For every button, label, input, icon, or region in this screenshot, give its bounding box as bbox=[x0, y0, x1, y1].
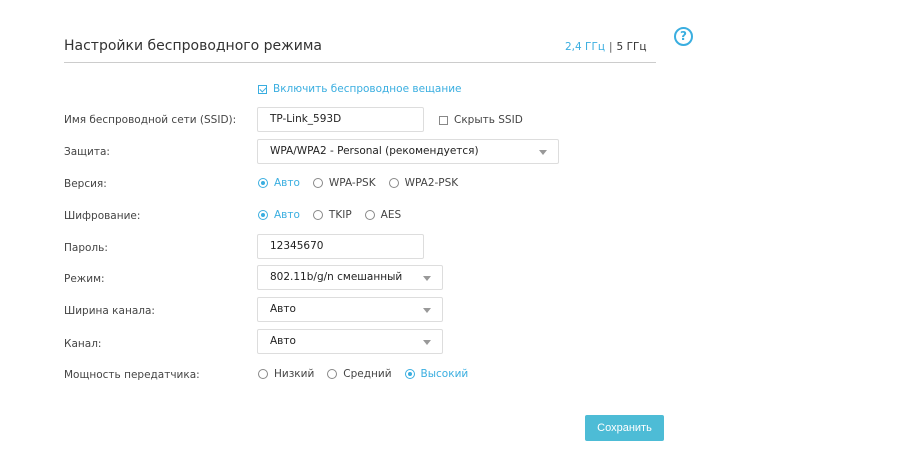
encryption-label: Шифрование: bbox=[64, 210, 141, 222]
band-5ghz-link[interactable]: 5 ГГц bbox=[617, 41, 647, 53]
mode-value: 802.11b/g/n смешанный bbox=[270, 271, 403, 283]
version-label: Версия: bbox=[64, 178, 107, 190]
channel-width-label: Ширина канала: bbox=[64, 305, 155, 317]
ssid-label: Имя беспроводной сети (SSID): bbox=[64, 114, 237, 126]
security-select[interactable]: WPA/WPA2 - Personal (рекомендуется) bbox=[257, 139, 559, 164]
security-label: Защита: bbox=[64, 146, 110, 158]
encryption-radio-group: Авто TKIP AES bbox=[258, 209, 414, 221]
password-input[interactable]: 12345670 bbox=[257, 234, 424, 259]
hide-ssid-checkbox[interactable] bbox=[439, 115, 448, 125]
channel-select[interactable]: Авто bbox=[257, 329, 443, 354]
security-value: WPA/WPA2 - Personal (рекомендуется) bbox=[270, 145, 479, 157]
version-radio-auto[interactable]: Авто bbox=[258, 177, 300, 189]
broadcast-checkbox-row[interactable]: Включить беспроводное вещание bbox=[258, 83, 462, 95]
title-divider bbox=[64, 62, 656, 63]
chevron-down-icon bbox=[423, 308, 431, 313]
band-24ghz-link[interactable]: 2,4 ГГц bbox=[565, 41, 605, 53]
band-switch: 2,4 ГГц | 5 ГГц bbox=[565, 41, 647, 53]
channel-label: Канал: bbox=[64, 338, 102, 350]
tx-power-radio-high[interactable]: Высокий bbox=[404, 368, 468, 380]
hide-ssid-label: Скрыть SSID bbox=[454, 114, 523, 126]
encryption-radio-aes[interactable]: AES bbox=[364, 209, 401, 221]
hide-ssid-checkbox-row[interactable]: Скрыть SSID bbox=[439, 114, 523, 126]
band-separator: | bbox=[609, 41, 613, 53]
channel-width-value: Авто bbox=[270, 303, 296, 315]
password-label: Пароль: bbox=[64, 242, 108, 254]
ssid-input[interactable]: TP-Link_593D bbox=[257, 107, 424, 132]
version-radio-group: Авто WPA-PSK WPA2-PSK bbox=[258, 177, 471, 189]
tx-power-radio-low[interactable]: Низкий bbox=[258, 368, 314, 380]
channel-value: Авто bbox=[270, 335, 296, 347]
help-circle-icon[interactable]: ? bbox=[674, 27, 693, 46]
mode-label: Режим: bbox=[64, 273, 105, 285]
encryption-radio-tkip[interactable]: TKIP bbox=[312, 209, 352, 221]
tx-power-radio-group: Низкий Средний Высокий bbox=[258, 368, 481, 380]
save-button[interactable]: Сохранить bbox=[585, 415, 664, 441]
tx-power-label: Мощность передатчика: bbox=[64, 369, 200, 381]
chevron-down-icon bbox=[423, 276, 431, 281]
broadcast-label: Включить беспроводное вещание bbox=[273, 83, 462, 95]
chevron-down-icon bbox=[539, 150, 547, 155]
mode-select[interactable]: 802.11b/g/n смешанный bbox=[257, 265, 443, 290]
version-radio-wpa2-psk[interactable]: WPA2-PSK bbox=[388, 177, 458, 189]
page-title: Настройки беспроводного режима bbox=[64, 38, 323, 54]
encryption-radio-auto[interactable]: Авто bbox=[258, 209, 300, 221]
version-radio-wpa-psk[interactable]: WPA-PSK bbox=[312, 177, 376, 189]
tx-power-radio-medium[interactable]: Средний bbox=[327, 368, 392, 380]
channel-width-select[interactable]: Авто bbox=[257, 297, 443, 322]
broadcast-checkbox[interactable] bbox=[258, 84, 267, 94]
chevron-down-icon bbox=[423, 340, 431, 345]
